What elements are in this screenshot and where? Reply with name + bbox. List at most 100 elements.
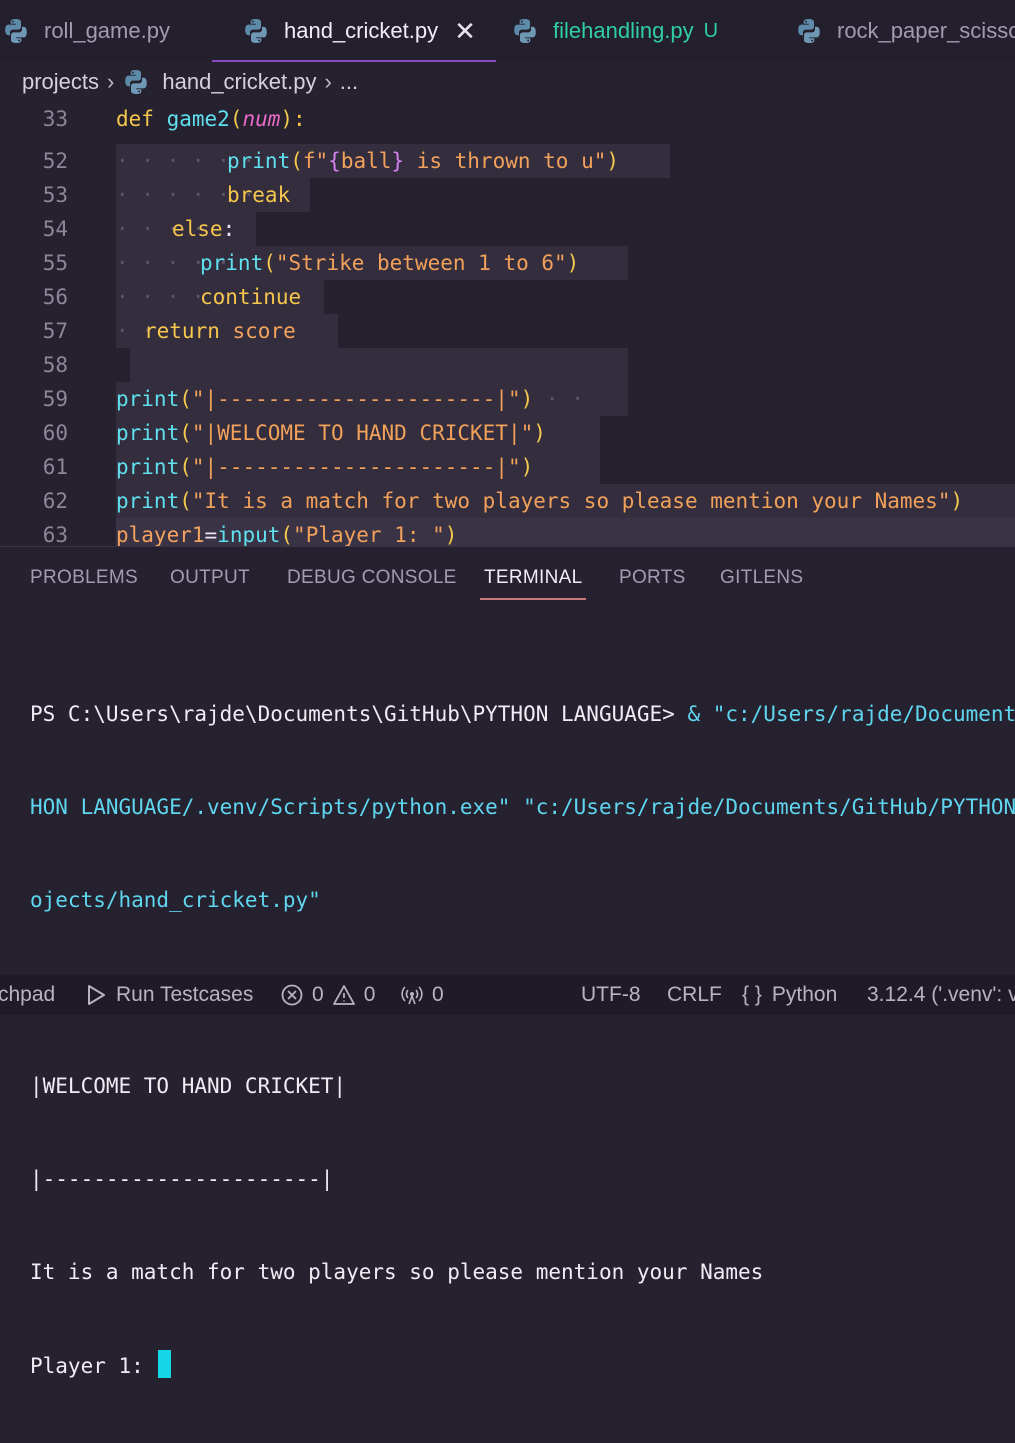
run-testcases-button[interactable]: Run Testcases — [84, 975, 253, 1015]
code-line: 59 print("|----------------------|") · · — [0, 382, 1015, 416]
language-label: Python — [771, 983, 838, 1006]
code-token: "It is a match for two players so please… — [191, 489, 951, 513]
braces-icon: { } — [742, 983, 762, 1006]
code-token: print — [116, 489, 180, 513]
code-token: ) — [950, 489, 964, 513]
code-token: } — [391, 149, 405, 173]
status-bar: chpad Run Testcases 0 0 0 UTF-8 CRLF { }… — [0, 975, 1015, 1015]
code-token: ) — [533, 421, 546, 445]
code-token: ( — [179, 421, 192, 445]
eol-selector[interactable]: CRLF — [667, 975, 722, 1015]
encoding-selector[interactable]: UTF-8 — [581, 975, 641, 1015]
python-icon — [798, 19, 820, 43]
tab-terminal[interactable]: TERMINAL — [479, 567, 587, 600]
line-number: 57 — [42, 319, 68, 343]
code-line: 53 · · · · · · break — [0, 178, 1015, 212]
code-token: ( — [179, 489, 192, 513]
terminal-command: HON LANGUAGE/.venv/Scripts/python.exe" "… — [30, 795, 1015, 819]
terminal-line: Player 1: — [30, 1354, 157, 1378]
line-number: 53 — [42, 183, 68, 207]
code-token: ( — [290, 149, 303, 173]
code-token: "Player 1: " — [293, 523, 445, 546]
python-icon — [514, 19, 536, 43]
tab-gitlens[interactable]: GITLENS — [720, 567, 803, 589]
breadcrumb-more[interactable]: ... — [340, 69, 358, 95]
tab-label: roll_game.py — [44, 18, 170, 43]
close-icon[interactable]: ✕ — [454, 18, 476, 44]
breadcrumb: projects › hand_cricket.py › ... — [0, 62, 1015, 102]
code-line: 52 · · · · · · print(f"{ball} is thrown … — [0, 144, 1015, 178]
line-number: 54 — [42, 217, 68, 241]
code-editor[interactable]: 52 · · · · · · print(f"{ball} is thrown … — [0, 102, 1015, 546]
code-token: = — [204, 523, 218, 546]
tab-output[interactable]: OUTPUT — [170, 567, 250, 589]
breadcrumb-folder[interactable]: projects — [22, 69, 99, 95]
code-token: score — [232, 319, 296, 343]
terminal-cursor[interactable] — [158, 1350, 172, 1378]
whitespace-marker: · · — [533, 387, 584, 411]
line-number: 58 — [42, 353, 68, 377]
code-token: ( — [263, 251, 276, 275]
tab-rock-paper-scissors[interactable]: rock_paper_scissors.py — [795, 0, 1015, 62]
line-number: 55 — [42, 251, 68, 275]
code-token: ( — [179, 387, 192, 411]
code-token: ( — [280, 523, 294, 546]
code-token: print — [200, 251, 264, 275]
interpreter-selector[interactable]: 3.12.4 ('.venv': venv) — [867, 975, 1015, 1015]
tab-hand-cricket[interactable]: hand_cricket.py ✕ — [212, 0, 496, 62]
ports-indicator[interactable]: 0 — [400, 975, 444, 1015]
code-token: else — [172, 217, 223, 241]
terminal-prompt: PS C:\Users\rajde\Documents\GitHub\PYTHO… — [30, 702, 688, 726]
code-token: print — [116, 387, 180, 411]
line-number: 56 — [42, 285, 68, 309]
python-icon — [125, 70, 148, 94]
code-line: 61 print("|----------------------|") — [0, 450, 1015, 484]
launchpad-item[interactable]: chpad — [0, 975, 55, 1015]
line-number: 61 — [42, 455, 68, 479]
language-mode-selector[interactable]: { } Python — [742, 975, 837, 1015]
line-number: 62 — [42, 489, 68, 513]
line-number: 52 — [42, 149, 68, 173]
line-number: 59 — [42, 387, 68, 411]
line-number: 63 — [42, 523, 68, 546]
error-count: 0 — [312, 983, 324, 1006]
broadcast-icon — [401, 986, 423, 1005]
code-token: "|WELCOME TO HAND CRICKET|" — [191, 421, 534, 445]
code-token: is thrown to u" — [404, 149, 607, 173]
code-token: num — [242, 107, 281, 131]
sticky-scroll-header[interactable]: 33 def game2(num): — [0, 102, 1015, 136]
code-line: 57 · · return score — [0, 314, 1015, 348]
python-icon — [245, 19, 267, 43]
tab-label: rock_paper_scissors.py — [837, 18, 1015, 43]
terminal-line: It is a match for two players so please … — [30, 1260, 764, 1284]
untracked-badge: U — [703, 19, 719, 42]
error-icon — [281, 984, 303, 1006]
tab-roll-game[interactable]: roll_game.py — [2, 0, 170, 62]
code-token: game2 — [166, 107, 230, 131]
tab-filehandling[interactable]: filehandling.py U — [511, 0, 718, 62]
code-token: player1 — [116, 523, 205, 546]
python-icon — [5, 19, 27, 43]
code-token: print — [227, 149, 291, 173]
problems-indicator[interactable]: 0 0 — [280, 975, 375, 1015]
line-number: 33 — [42, 107, 68, 131]
tab-ports[interactable]: PORTS — [619, 567, 686, 589]
code-token: ) — [606, 149, 620, 173]
code-token: ( — [229, 107, 243, 131]
tab-debug-console[interactable]: DEBUG CONSOLE — [287, 567, 457, 589]
ports-count: 0 — [432, 983, 444, 1006]
tab-problems[interactable]: PROBLEMS — [30, 567, 138, 589]
code-line: 56 · · · · · continue — [0, 280, 1015, 314]
breadcrumb-file[interactable]: hand_cricket.py — [162, 69, 316, 95]
chevron-right-icon: › — [107, 69, 115, 94]
chevron-right-icon: › — [324, 69, 332, 94]
code-token: ( — [179, 455, 192, 479]
code-line: 55 · · · · · print("Strike between 1 to … — [0, 246, 1015, 280]
code-token: "|----------------------|" — [191, 387, 521, 411]
terminal-output[interactable]: PS C:\Users\rajde\Documents\GitHub\PYTHO… — [30, 637, 1015, 1443]
code-token: print — [116, 455, 180, 479]
bottom-panel: PROBLEMS OUTPUT DEBUG CONSOLE TERMINAL P… — [0, 546, 1015, 1378]
run-testcases-label: Run Testcases — [116, 983, 254, 1006]
code-token: "|----------------------|" — [191, 455, 521, 479]
code-line: 63 player1=input("Player 1: ") — [0, 518, 1015, 546]
